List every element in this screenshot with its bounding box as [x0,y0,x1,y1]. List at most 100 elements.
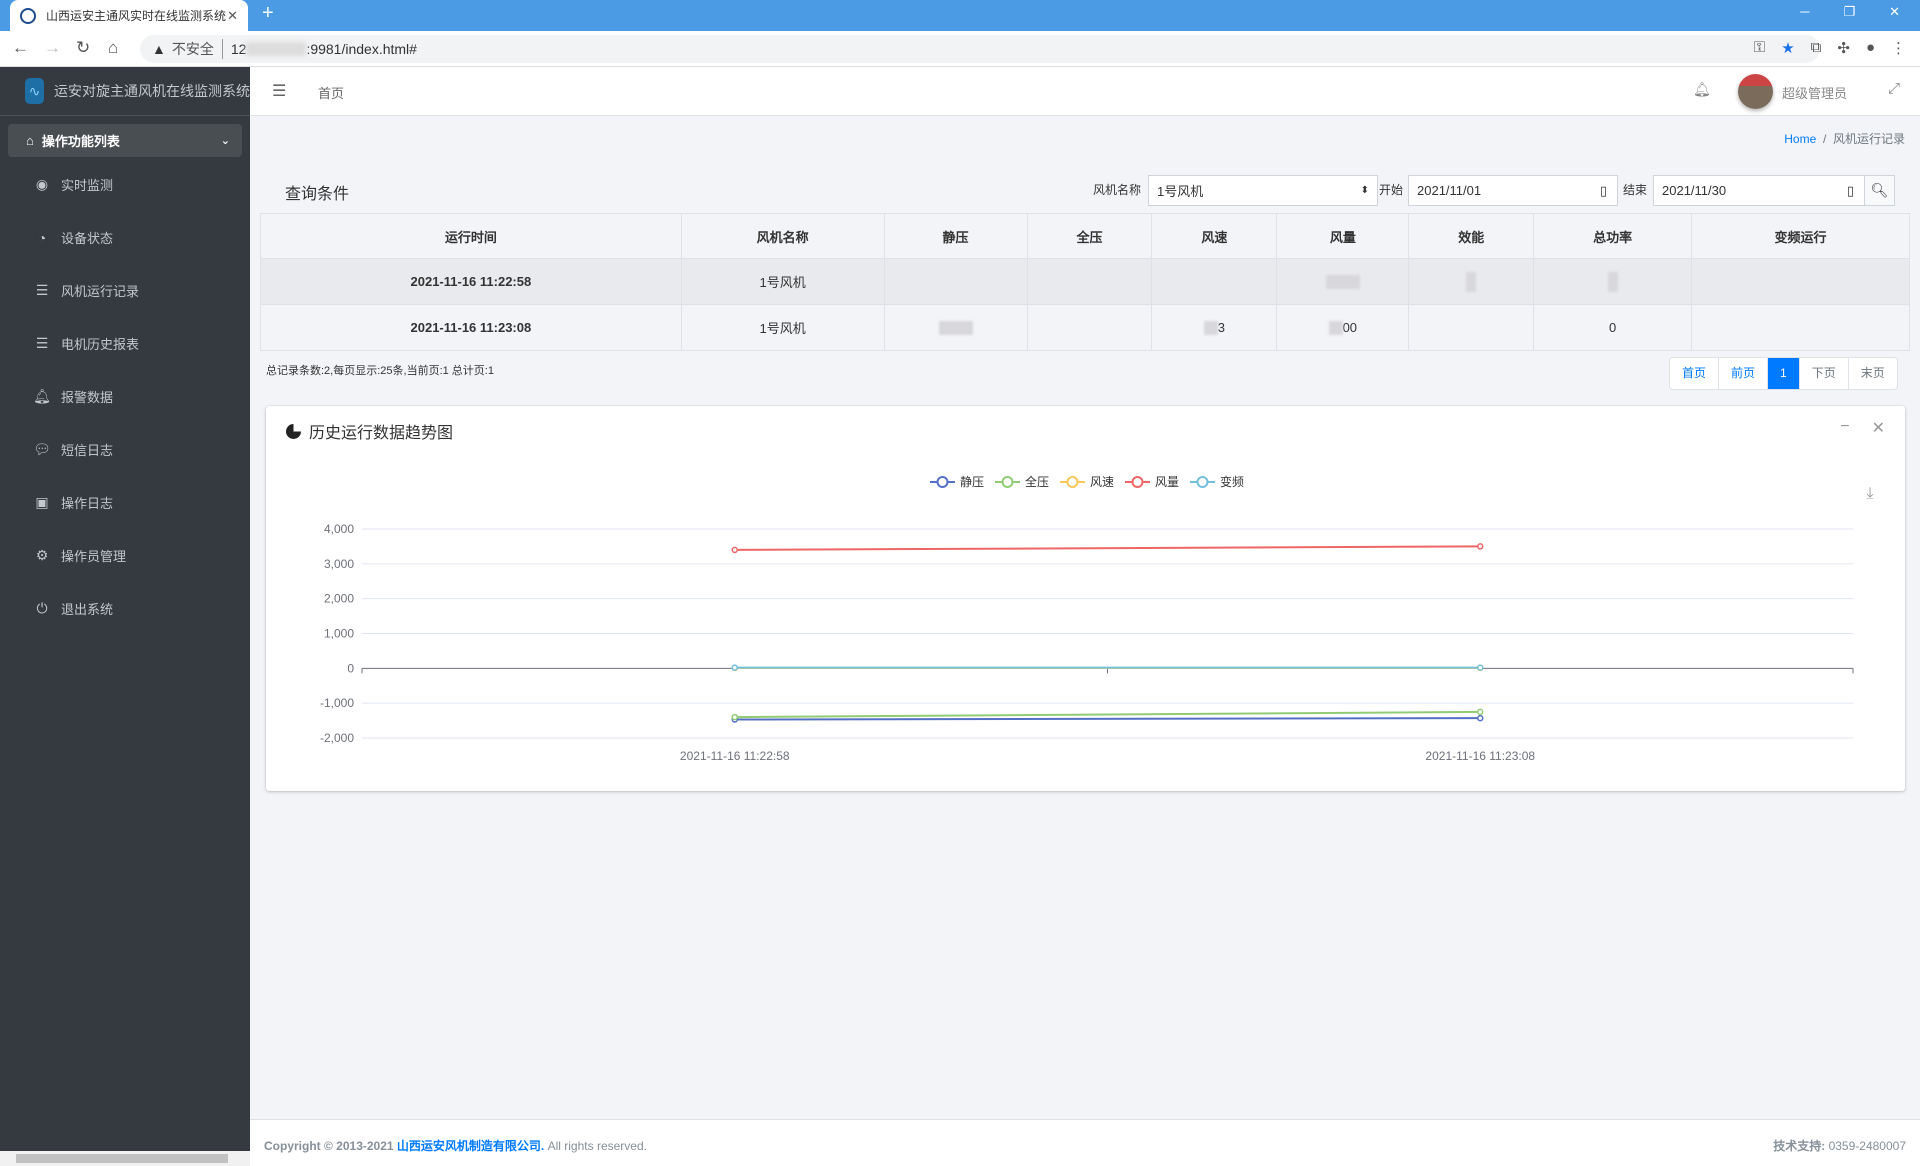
back-icon[interactable]: ← [12,38,29,58]
cell-time: 2021-11-16 11:22:58 [260,258,682,305]
bell-icon: 🔔︎ [33,388,51,404]
close-tab-icon[interactable]: ✕ [227,8,238,24]
col-fan-name[interactable]: 风机名称 [680,213,885,259]
col-static-pressure[interactable]: 静压 [883,213,1028,259]
cell-power: 0 [1533,304,1693,351]
company-link[interactable]: 山西运安风机制造有限公司. [397,1139,544,1153]
download-icon[interactable]: ⤓ [1866,485,1873,502]
profile-icon[interactable]: ● [1866,39,1875,57]
nav-home-link[interactable]: 首页 [318,83,344,102]
forward-icon[interactable]: → [44,38,61,58]
home-icon[interactable]: ⌂ [108,38,118,58]
cell-speed: 3 [1151,304,1278,351]
comment-icon: 💬︎ [33,441,51,457]
col-efficiency[interactable]: 效能 [1408,213,1535,259]
y-tick-label: 2,000 [324,592,354,606]
extension-icon[interactable]: ⧉ [1811,39,1822,57]
page-last[interactable]: 末页 [1849,358,1897,389]
new-tab-button[interactable]: + [262,2,274,25]
sidebar-item-motor-report[interactable]: ☰ 电机历史报表 [33,334,139,353]
data-point [1477,708,1484,716]
cell-fan: 1号风机 [680,258,885,305]
calendar-icon[interactable]: ▯ [1847,183,1854,199]
end-date-input[interactable]: 2021/11/30 ▯ [1653,175,1865,206]
top-navbar: ☰ 首页 🔔︎ 超级管理员 ⤢ [250,67,1920,116]
cell-vfd [1691,304,1910,351]
copyright: Copyright © 2013-2021 山西运安风机制造有限公司. All … [264,1137,647,1154]
data-point [731,664,738,671]
fan-name-select[interactable]: 1号风机 ⬍ [1148,175,1378,206]
menu-icon[interactable]: ⋮ [1891,39,1906,57]
legend-marker [1001,476,1014,488]
sidebar-item-operators[interactable]: ⚙ 操作员管理 [33,546,126,565]
col-total-pressure[interactable]: 全压 [1026,213,1153,259]
scrollbar-thumb[interactable] [16,1154,228,1163]
reload-icon[interactable]: ↻ [76,38,90,58]
sidebar-item-label: 实时监测 [61,178,114,193]
table-header-row: 运行时间 风机名称 静压 全压 风速 风量 效能 总功率 变频运行 [260,213,1910,259]
cell-efficiency [1408,304,1535,351]
sidebar-item-label: 操作员管理 [61,549,127,564]
support-label: 技术支持: [1773,1139,1826,1153]
cell-power [1533,258,1693,305]
page-prev[interactable]: 前页 [1719,358,1769,389]
x-tick-label: 2021-11-16 11:22:58 [680,749,790,763]
brand[interactable]: ∿ 运安对旋主通风机在线监测系统 [0,67,250,116]
database-icon: ☰ [35,335,49,351]
sidebar-item-sms-log[interactable]: 💬︎ 短信日志 [33,440,113,459]
calendar-icon[interactable]: ▯ [1600,183,1607,199]
sidebar-item-op-log[interactable]: ▣ 操作日志 [33,493,113,512]
puzzle-icon[interactable]: ✣ [1837,39,1850,57]
cell-speed [1151,258,1278,305]
search-icon: 🔍︎ [1870,182,1889,198]
sidebar-item-realtime[interactable]: ◉ 实时监测 [33,175,113,194]
table-row[interactable]: 2021-11-16 11:23:08 1号风机 3 00 0 [260,304,1910,351]
close-window-icon[interactable]: ✕ [1889,4,1900,20]
search-button[interactable]: 🔍︎ [1864,175,1895,206]
key-icon[interactable]: ⚿ [1754,39,1765,57]
volume-value: 00 [1342,319,1358,335]
browser-tab[interactable]: 山西运安主通风实时在线监测系统 ✕ [10,0,248,31]
col-air-volume[interactable]: 风量 [1276,213,1410,259]
select-arrows-icon: ⬍ [1360,185,1369,196]
col-vfd[interactable]: 变频运行 [1691,213,1910,259]
notification-bell-icon[interactable]: 🔔︎ [1693,81,1711,98]
redacted-value [1466,271,1477,292]
legend-marker [1196,476,1209,488]
minimize-icon[interactable]: ─ [1800,4,1809,20]
menu-group-header[interactable]: ⌂ 操作功能列表 ⌄ [8,124,242,157]
cell-vfd [1691,258,1910,305]
col-wind-speed[interactable]: 风速 [1151,213,1278,259]
tech-support: 技术支持: 0359-2480007 [1773,1137,1906,1154]
sidebar-scrollbar[interactable] [0,1151,250,1166]
avatar[interactable] [1738,74,1773,109]
hamburger-icon[interactable]: ☰ [272,81,286,101]
y-tick-label: -1,000 [320,696,354,710]
breadcrumb-home[interactable]: Home [1784,132,1816,146]
page-first[interactable]: 首页 [1670,358,1720,389]
sidebar-item-label: 设备状态 [61,231,114,246]
star-icon[interactable]: ★ [1781,39,1794,57]
start-date-input[interactable]: 2021/11/01 ▯ [1408,175,1618,206]
restore-icon[interactable]: ❐ [1843,4,1855,20]
col-total-power[interactable]: 总功率 [1533,213,1693,259]
fullscreen-icon[interactable]: ⤢ [1888,80,1900,97]
table-row[interactable]: 2021-11-16 11:22:58 1号风机 [260,258,1910,305]
sidebar-item-fan-records[interactable]: ☰ 风机运行记录 [33,281,139,300]
cell-total [1026,304,1153,351]
col-run-time[interactable]: 运行时间 [260,213,682,259]
cell-fan: 1号风机 [680,304,885,351]
url-suffix: :9981/index.html# [306,41,417,57]
start-date-value: 2021/11/01 [1417,183,1482,198]
user-name[interactable]: 超级管理员 [1782,83,1847,102]
page-next[interactable]: 下页 [1800,358,1849,389]
url-input[interactable]: ▲ 不安全 12:9981/index.html# [140,35,1820,63]
sidebar-item-alarms[interactable]: 🔔︎ 报警数据 [33,387,113,406]
rights-text: All rights reserved. [547,1139,647,1153]
page-current[interactable]: 1 [1768,358,1800,389]
gear-icon: ⚙ [35,547,49,563]
menu-group-label: 操作功能列表 [41,134,120,149]
sidebar-item-logout[interactable]: ⏻ 退出系统 [33,599,113,618]
sidebar-item-device-status[interactable]: ◔ 设备状态 [33,228,113,247]
fan-name-value: 1号风机 [1157,184,1204,199]
